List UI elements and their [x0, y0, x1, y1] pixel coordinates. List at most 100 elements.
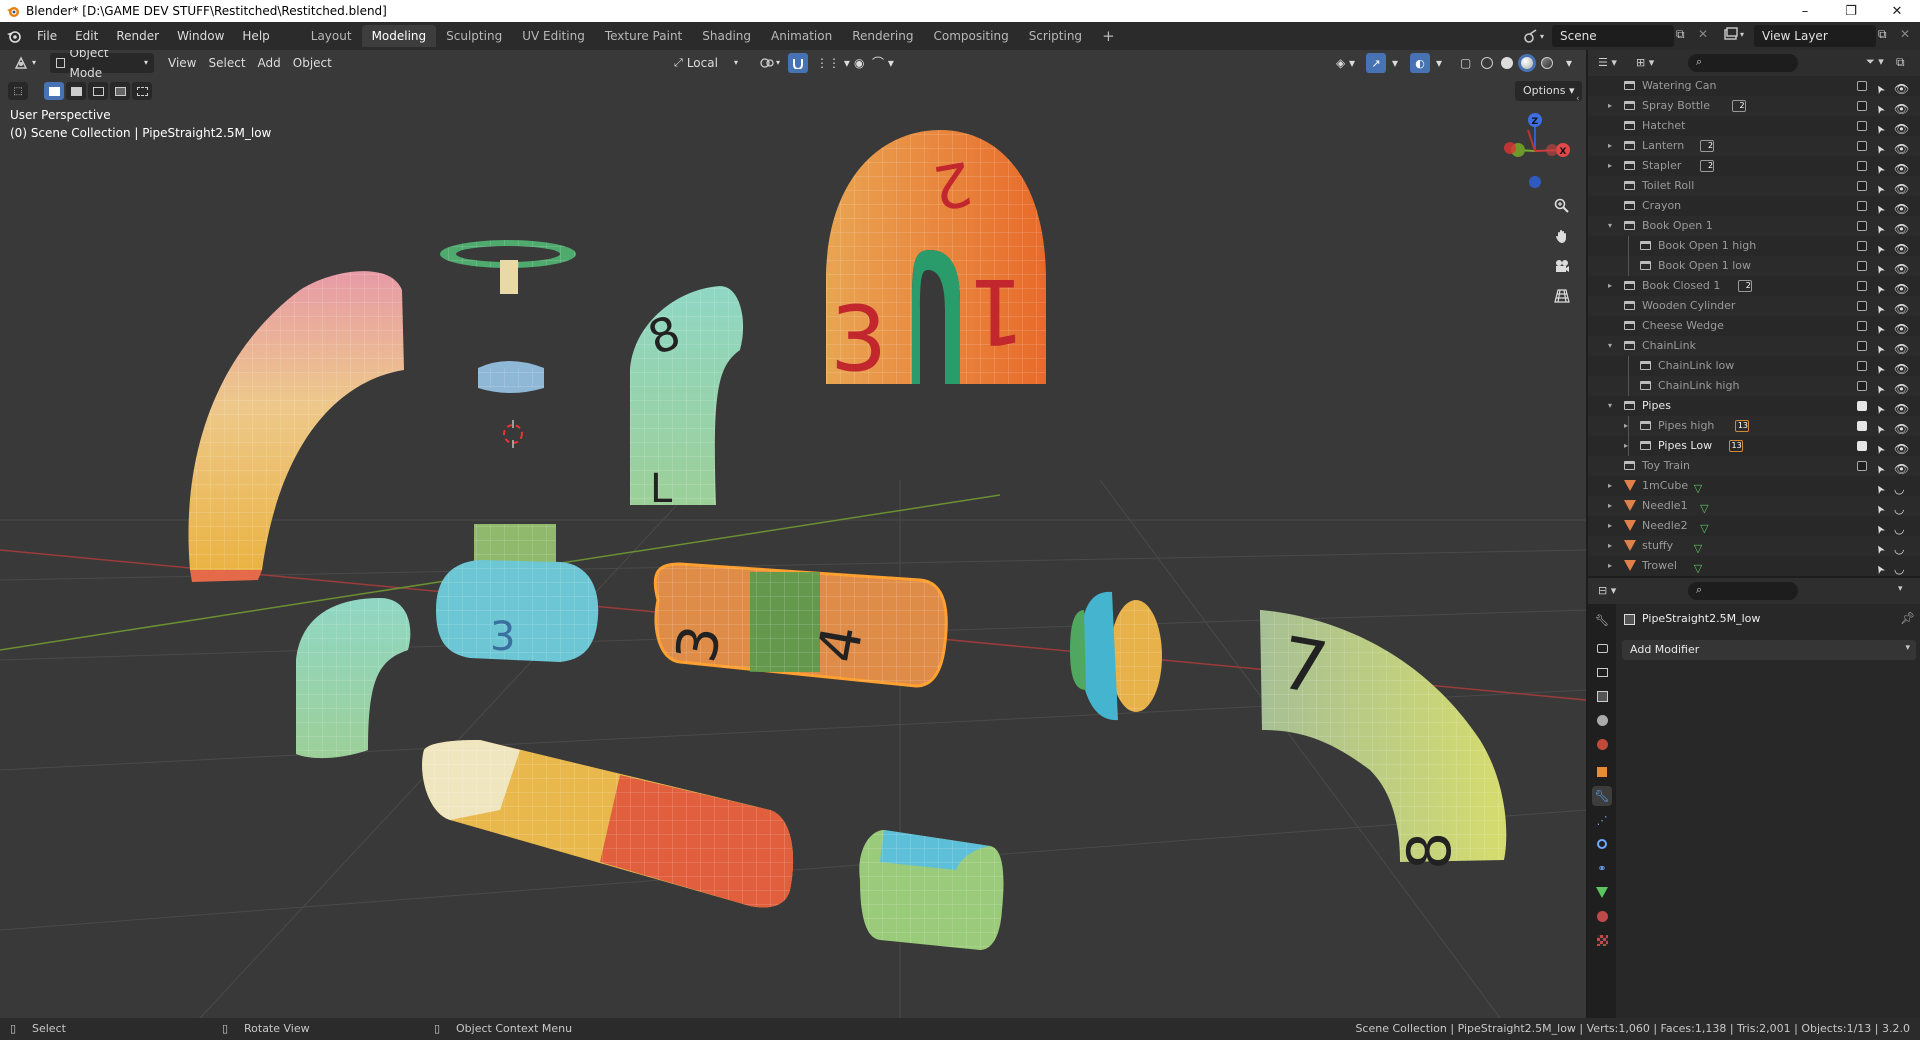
falloff-icon[interactable]: ⌒ ▾	[866, 53, 900, 73]
select-extend-icon[interactable]	[66, 82, 86, 100]
pan-view-hand-icon[interactable]	[1550, 224, 1574, 248]
outliner-row[interactable]: ▸ Stapler 2 ➤ 👁︎	[1588, 156, 1920, 176]
child-count-badge[interactable]: 2	[1700, 140, 1715, 152]
workspace-tab-sculpting[interactable]: Sculpting	[436, 25, 512, 47]
exclude-checkbox[interactable]	[1857, 461, 1867, 471]
object-tab-icon[interactable]	[1592, 762, 1612, 782]
delete-scene-icon[interactable]: ✕	[1698, 27, 1708, 41]
render-tab-icon[interactable]	[1592, 638, 1612, 658]
camera-view-icon[interactable]	[1550, 254, 1574, 278]
expand-open-icon[interactable]: ▾	[1608, 216, 1612, 236]
properties-options-icon[interactable]: ▾	[1898, 584, 1903, 594]
material-shading-icon[interactable]	[1518, 54, 1536, 72]
exclude-checkbox[interactable]	[1857, 301, 1867, 311]
workspace-tab-compositing[interactable]: Compositing	[923, 25, 1018, 47]
child-count-badge[interactable]: 13	[1735, 420, 1749, 432]
outliner-row[interactable]: Toilet Roll ➤ 👁︎	[1588, 176, 1920, 196]
scene-browse-icon[interactable]: ▾	[1524, 27, 1550, 45]
exclude-checkbox[interactable]	[1857, 401, 1867, 411]
outliner-row[interactable]: ▾ ChainLink ➤ 👁︎	[1588, 336, 1920, 356]
scene-tab-icon[interactable]	[1592, 710, 1612, 730]
outliner-search-input[interactable]: ⌕	[1688, 54, 1798, 72]
outliner-row[interactable]: ▸ Needle1 ▽ ➤ ◡	[1588, 496, 1920, 516]
outliner-row[interactable]: ChainLink high ➤ 👁︎	[1588, 376, 1920, 396]
outliner-row[interactable]: Cheese Wedge ➤ 👁︎	[1588, 316, 1920, 336]
outliner-row[interactable]: ▸ Book Closed 1 2 ➤ 👁︎	[1588, 276, 1920, 296]
outliner-row[interactable]: Wooden Cylinder ➤ 👁︎	[1588, 296, 1920, 316]
expand-closed-icon[interactable]: ▸	[1608, 516, 1612, 536]
scene-name-field[interactable]: Scene	[1552, 25, 1674, 47]
expand-closed-icon[interactable]: ▸	[1608, 496, 1612, 516]
data-tab-icon[interactable]	[1592, 882, 1612, 902]
tool-tab-icon[interactable]: 🔧︎	[1592, 610, 1612, 630]
viewport-menu-view[interactable]: View	[162, 53, 202, 73]
close-button[interactable]: ✕	[1874, 0, 1920, 22]
pivot-point-icon[interactable]: ▾	[754, 53, 786, 73]
outliner-row[interactable]: ▸ Pipes high 13 ➤ 👁︎	[1588, 416, 1920, 436]
outliner-row[interactable]: ChainLink low ➤ 👁︎	[1588, 356, 1920, 376]
select-invert-icon[interactable]	[110, 82, 130, 100]
add-modifier-button[interactable]: Add Modifier ▾	[1622, 640, 1916, 660]
workspace-tab-animation[interactable]: Animation	[761, 25, 842, 47]
exclude-checkbox[interactable]	[1857, 361, 1867, 371]
outliner-row[interactable]: Book Open 1 low ➤ 👁︎	[1588, 256, 1920, 276]
selectable-arrow-icon[interactable]: ➤	[1870, 560, 1892, 578]
filter-icon[interactable]: ⏷ ▾	[1866, 55, 1884, 69]
view-layer-field[interactable]: View Layer	[1754, 25, 1876, 47]
outliner-row[interactable]: ▸ 1mCube ▽ ➤ ◡	[1588, 476, 1920, 496]
outliner-row[interactable]: Crayon ➤ 👁︎	[1588, 196, 1920, 216]
exclude-checkbox[interactable]	[1857, 181, 1867, 191]
wireframe-shading-icon[interactable]	[1478, 54, 1496, 72]
rendered-shading-icon[interactable]	[1538, 54, 1556, 72]
xray-toggle-icon[interactable]: ▢	[1454, 53, 1477, 73]
exclude-checkbox[interactable]	[1857, 281, 1867, 291]
constraints-tab-icon[interactable]: ⚭	[1592, 858, 1612, 878]
3d-viewport[interactable]: 8 L 3 1 2 3 3 4 7 8 ▾ Object Mode ▾ View…	[0, 50, 1586, 1018]
view-layer-tab-icon[interactable]	[1592, 686, 1612, 706]
expand-closed-icon[interactable]: ▸	[1608, 156, 1612, 176]
outliner-row[interactable]: ▸ Pipes Low 13 ➤ 👁︎	[1588, 436, 1920, 456]
properties-search-input[interactable]: ⌕	[1688, 582, 1798, 600]
overlays-menu-icon[interactable]: ▾	[1430, 53, 1448, 73]
child-count-badge[interactable]: 2	[1737, 280, 1752, 292]
exclude-checkbox[interactable]	[1857, 261, 1867, 271]
mode-select[interactable]: Object Mode ▾	[50, 50, 155, 80]
exclude-checkbox[interactable]	[1857, 81, 1867, 91]
workspace-tab-scripting[interactable]: Scripting	[1019, 25, 1092, 47]
exclude-checkbox[interactable]	[1857, 321, 1867, 331]
mesh-data-icon[interactable]: ▽	[1694, 559, 1702, 579]
child-count-badge[interactable]: 2	[1731, 100, 1746, 112]
transform-orientation-select[interactable]: ⤢ Local ▾	[668, 53, 744, 73]
maximize-button[interactable]: ❐	[1828, 0, 1874, 22]
outliner-row[interactable]: ▸ Spray Bottle 2 ➤ 👁︎	[1588, 96, 1920, 116]
exclude-checkbox[interactable]	[1857, 241, 1867, 251]
shading-menu-icon[interactable]: ▾	[1560, 53, 1578, 73]
expand-closed-icon[interactable]: ▸	[1608, 476, 1612, 496]
menu-file[interactable]: File	[28, 22, 66, 50]
menu-render[interactable]: Render	[107, 22, 168, 50]
exclude-checkbox[interactable]	[1857, 121, 1867, 131]
workspace-tab-shading[interactable]: Shading	[692, 25, 761, 47]
exclude-checkbox[interactable]	[1857, 381, 1867, 391]
workspace-tab-texture-paint[interactable]: Texture Paint	[595, 25, 692, 47]
viewport-scene[interactable]: 8 L 3 1 2 3 3 4 7 8	[0, 50, 1586, 1018]
exclude-checkbox[interactable]	[1857, 221, 1867, 231]
expand-open-icon[interactable]: ▾	[1608, 396, 1612, 416]
expand-closed-icon[interactable]: ▸	[1608, 536, 1612, 556]
workspace-tab-uv-editing[interactable]: UV Editing	[512, 25, 595, 47]
workspace-tab-layout[interactable]: Layout	[301, 25, 362, 47]
navigation-gizmo[interactable]: Z X	[1490, 106, 1580, 196]
sidebar-toggle-icon[interactable]: ‹	[1576, 94, 1580, 104]
new-view-layer-icon[interactable]: ⧉	[1878, 27, 1887, 42]
expand-open-icon[interactable]: ▾	[1608, 336, 1612, 356]
delete-view-layer-icon[interactable]: ✕	[1900, 27, 1910, 41]
exclude-checkbox[interactable]	[1857, 421, 1867, 431]
outliner-row[interactable]: Watering Can ➤ 👁︎	[1588, 76, 1920, 96]
exclude-checkbox[interactable]	[1857, 141, 1867, 151]
workspace-tab-rendering[interactable]: Rendering	[842, 25, 923, 47]
outliner-row[interactable]: ▸ stuffy ▽ ➤ ◡	[1588, 536, 1920, 556]
physics-tab-icon[interactable]	[1592, 834, 1612, 854]
add-workspace-icon[interactable]: +	[1092, 25, 1125, 47]
expand-closed-icon[interactable]: ▸	[1608, 136, 1612, 156]
viewport-menu-object[interactable]: Object	[287, 53, 338, 73]
